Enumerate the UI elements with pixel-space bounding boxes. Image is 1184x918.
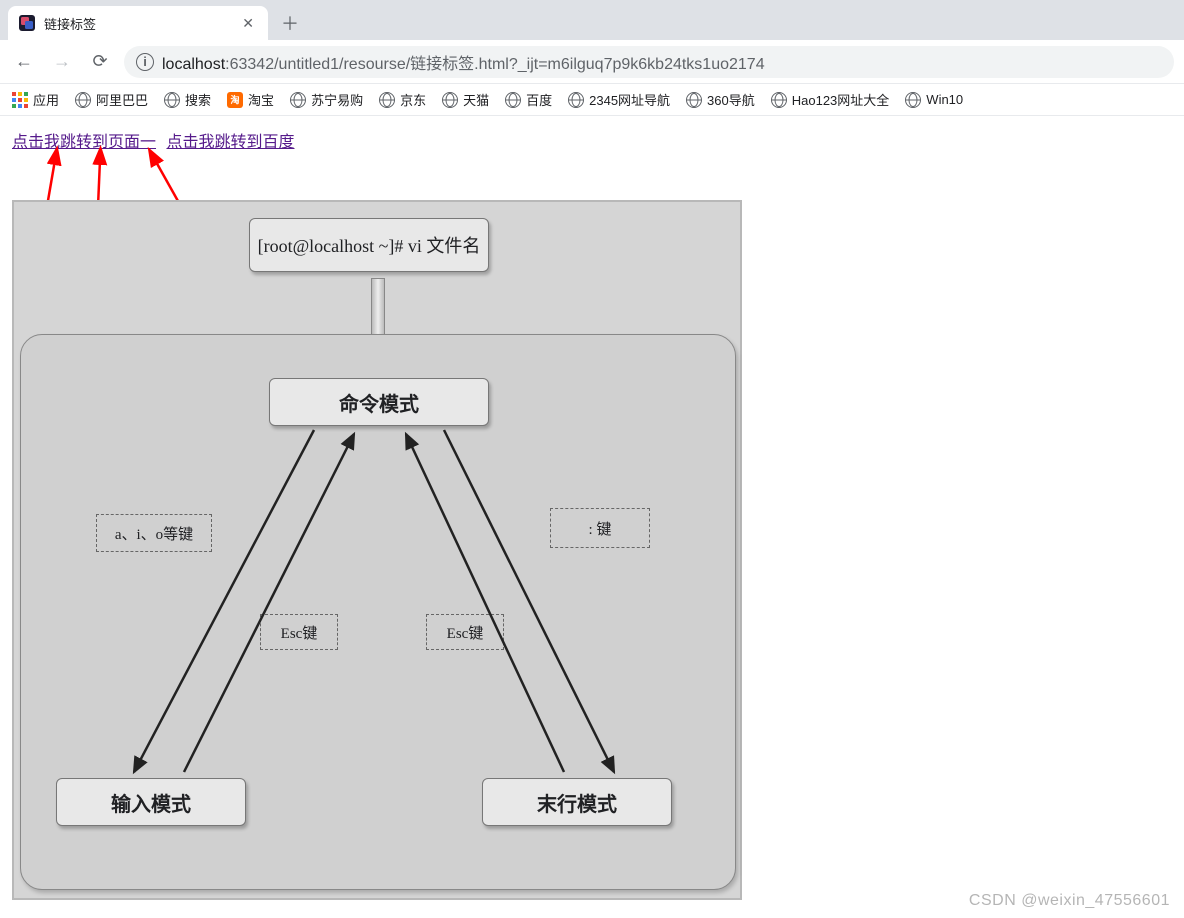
diagram-node-lastlinemode: 末行模式 (482, 778, 672, 826)
taobao-icon: 淘 (227, 92, 243, 108)
globe-icon (771, 92, 787, 108)
address-bar[interactable]: i localhost:63342/untitled1/resourse/链接标… (124, 46, 1174, 78)
bookmark-2345[interactable]: 2345网址导航 (568, 90, 670, 109)
link-page1[interactable]: 点击我跳转到页面一 (12, 134, 156, 151)
url-text: localhost:63342/untitled1/resourse/链接标签.… (162, 50, 765, 74)
globe-icon (379, 92, 395, 108)
browser-chrome: 链接标签 ✕ ＋ ← → ⟳ i localhost:63342/untitle… (0, 0, 1184, 116)
bookmark-jd[interactable]: 京东 (379, 90, 426, 109)
reload-button[interactable]: ⟳ (86, 48, 114, 76)
bookmark-search[interactable]: 搜索 (164, 90, 211, 109)
bookmark-hao123[interactable]: Hao123网址大全 (771, 90, 890, 109)
bookmark-suning[interactable]: 苏宁易购 (290, 90, 363, 109)
forward-button[interactable]: → (48, 48, 76, 76)
back-button[interactable]: ← (10, 48, 38, 76)
apps-icon (12, 92, 28, 108)
globe-icon (686, 92, 702, 108)
site-info-icon[interactable]: i (136, 53, 154, 71)
bookmarks-bar: 应用 阿里巴巴 搜索 淘淘宝 苏宁易购 京东 天猫 百度 2345网址导航 36… (0, 84, 1184, 116)
bookmark-alibaba[interactable]: 阿里巴巴 (75, 90, 148, 109)
browser-tab[interactable]: 链接标签 ✕ (8, 6, 268, 40)
apps-button[interactable]: 应用 (12, 90, 59, 109)
diagram-node-command: [root@localhost ~]# vi 文件名 (249, 218, 489, 272)
vi-mode-diagram: [root@localhost ~]# vi 文件名 命令模式 输入模式 末行模… (12, 200, 742, 900)
globe-icon (505, 92, 521, 108)
tab-title: 链接标签 (44, 14, 238, 33)
tab-favicon (18, 14, 36, 32)
bookmark-360[interactable]: 360导航 (686, 90, 755, 109)
new-tab-button[interactable]: ＋ (276, 9, 304, 37)
watermark: CSDN @weixin_47556601 (969, 892, 1170, 910)
globe-icon (568, 92, 584, 108)
bookmark-taobao[interactable]: 淘淘宝 (227, 90, 274, 109)
bookmark-baidu[interactable]: 百度 (505, 90, 552, 109)
link-baidu[interactable]: 点击我跳转到百度 (166, 134, 294, 151)
globe-icon (905, 92, 921, 108)
globe-icon (290, 92, 306, 108)
diagram-label-colon: : 键 (550, 508, 650, 548)
bookmark-win10[interactable]: Win10 (905, 92, 963, 108)
diagram-node-inputmode: 输入模式 (56, 778, 246, 826)
page-content: 点击我跳转到页面一 点击我跳转到百度 [root@localhost ~]# v… (0, 116, 1184, 912)
diagram-label-esc1: Esc键 (260, 614, 338, 650)
globe-icon (164, 92, 180, 108)
tab-bar: 链接标签 ✕ ＋ (0, 0, 1184, 40)
diagram-node-cmdmode: 命令模式 (269, 378, 489, 426)
links-row: 点击我跳转到页面一 点击我跳转到百度 (12, 128, 1172, 152)
tab-close-icon[interactable]: ✕ (238, 15, 258, 32)
globe-icon (75, 92, 91, 108)
globe-icon (442, 92, 458, 108)
diagram-label-aio: a、i、o等键 (96, 514, 212, 552)
diagram-label-esc2: Esc键 (426, 614, 504, 650)
bookmark-tmall[interactable]: 天猫 (442, 90, 489, 109)
address-row: ← → ⟳ i localhost:63342/untitled1/resour… (0, 40, 1184, 84)
